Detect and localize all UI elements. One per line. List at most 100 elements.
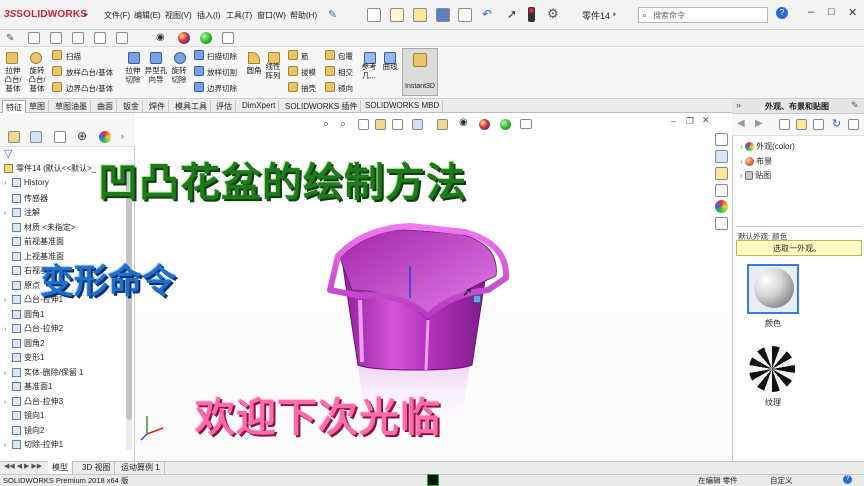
solidworks-logo[interactable]: 3SSOLIDWORKS <box>4 9 87 20</box>
edit-appearance-icon[interactable] <box>479 119 490 130</box>
linear-pattern-button[interactable]: 线性 阵列 <box>263 62 283 80</box>
filter-icon[interactable]: ▽ <box>4 147 12 160</box>
menu-tools[interactable]: 工具(T) <box>226 10 252 21</box>
close-button[interactable]: ✕ <box>848 6 857 19</box>
hide-show-eye-icon[interactable]: ◉ <box>459 117 468 128</box>
sketch-tool-icon[interactable]: ✎ <box>6 33 14 44</box>
expand-arrow-icon[interactable]: › <box>4 442 12 449</box>
maximize-button[interactable]: □ <box>828 6 835 18</box>
tab-mbd[interactable]: SOLIDWORKS MBD <box>362 100 444 113</box>
display-manager-tab-icon[interactable] <box>99 131 111 143</box>
tab-3d-views[interactable]: 3D 视图 <box>78 461 116 474</box>
view-settings-icon[interactable] <box>520 119 532 129</box>
rib-button[interactable]: 筋 <box>301 51 309 62</box>
tool-icon-2[interactable] <box>28 32 40 44</box>
dimxpert-tab-icon[interactable]: ⊕ <box>77 129 87 143</box>
save-icon[interactable] <box>436 8 450 22</box>
expand-arrow-icon[interactable]: › <box>4 399 12 406</box>
expand-arrow-icon[interactable]: › <box>4 326 12 333</box>
tree-item[interactable]: 传感器 <box>4 193 48 204</box>
minimize-button[interactable]: – <box>808 6 814 18</box>
tab-scroll-arrows[interactable]: ◀◀ ◀ ▶ ▶▶ <box>4 462 42 470</box>
property-manager-tab-icon[interactable] <box>30 131 42 143</box>
reference-geometry-button[interactable]: 参考 几... <box>358 62 380 80</box>
previous-view-icon[interactable] <box>358 119 369 130</box>
panel-collapse-icon[interactable]: › <box>121 131 124 141</box>
tab-features[interactable]: 特征 <box>2 100 26 113</box>
expand-arrow-icon[interactable]: › <box>4 297 12 304</box>
revolve-cut-button[interactable]: 旋转 切除 <box>168 66 190 84</box>
tab-surfaces[interactable]: 曲面 <box>94 100 117 113</box>
add-to-library-icon[interactable] <box>779 119 790 130</box>
tool-icon-6[interactable] <box>116 32 128 44</box>
tree-item[interactable]: › History <box>4 178 49 188</box>
graphics-minimize-button[interactable]: – <box>671 116 676 126</box>
feature-manager-tab-icon[interactable] <box>8 131 20 143</box>
menu-file[interactable]: 文件(F) <box>104 10 130 21</box>
lofted-cut-button[interactable]: 放样切割 <box>207 67 237 78</box>
search-input[interactable]: ⌕ 搜索命令 <box>638 7 768 23</box>
view-zoom-area-icon[interactable]: ⌕ <box>340 118 346 131</box>
tab-weldments[interactable]: 焊件 <box>146 100 169 113</box>
scene-icon[interactable] <box>200 32 212 44</box>
tree-item[interactable]: › 注解 <box>4 207 40 218</box>
fillet-button[interactable]: 圆角 <box>244 66 264 75</box>
panel-splitter[interactable] <box>736 226 862 227</box>
revolve-boss-button[interactable]: 旋转 凸台/ 基体 <box>26 66 48 93</box>
tree-item[interactable]: 圆角2 <box>4 338 44 349</box>
tab-sketch[interactable]: 草图 <box>26 100 49 113</box>
pin-icon[interactable]: ✎ <box>328 8 337 21</box>
menu-insert[interactable]: 插入(I) <box>197 10 221 21</box>
dynamic-annotation-icon[interactable] <box>392 119 403 130</box>
apply-scene-icon[interactable] <box>500 119 511 130</box>
tree-item[interactable]: 圆角1 <box>4 309 44 320</box>
display-icon[interactable] <box>222 32 234 44</box>
graphics-restore-button[interactable]: ❐ <box>686 116 694 127</box>
options-icon[interactable] <box>848 119 859 130</box>
tree-item[interactable]: 镜向2 <box>4 425 44 436</box>
boundary-boss-button[interactable]: 边界凸台/基体 <box>66 83 113 94</box>
view-zoom-fit-icon[interactable]: ⌕ <box>323 118 329 131</box>
appearance-thumb-texture[interactable] <box>749 346 795 392</box>
task-file-explorer-icon[interactable] <box>715 167 728 180</box>
scenes-folder-item[interactable]: › 布景 <box>740 156 772 167</box>
tree-item[interactable]: › 切除-拉伸1 <box>4 439 63 450</box>
expand-arrow-icon[interactable]: › <box>4 210 12 217</box>
menu-view[interactable]: 视图(V) <box>165 10 192 21</box>
tab-mold-tools[interactable]: 模具工具 <box>172 100 211 113</box>
configuration-manager-tab-icon[interactable] <box>54 131 66 143</box>
task-home-icon[interactable] <box>715 133 728 146</box>
tree-item[interactable]: › 实体-删除/保留 1 <box>4 367 84 378</box>
expand-arrow-icon[interactable]: › <box>4 180 12 187</box>
task-pane-collapse-icon[interactable]: » <box>736 100 741 110</box>
tree-item[interactable]: 前视基准面 <box>4 236 64 247</box>
refresh-icon[interactable]: ↻ <box>832 117 841 130</box>
tree-item[interactable]: 基准面1 <box>4 381 52 392</box>
status-custom-units[interactable]: 自定义 <box>770 475 793 486</box>
tab-model[interactable]: 模型 <box>48 461 73 474</box>
cursor-select-icon[interactable]: ➚ <box>507 7 517 21</box>
help-question-icon[interactable]: ? <box>776 7 788 19</box>
mirror-button[interactable]: 镜向 <box>338 83 353 94</box>
tab-motion-study[interactable]: 运动算例 1 <box>117 461 165 474</box>
task-view-palette-icon[interactable] <box>715 184 728 197</box>
display-style-icon[interactable] <box>437 119 448 130</box>
draft-button[interactable]: 拔模 <box>301 67 316 78</box>
tool-icon-4[interactable] <box>72 32 84 44</box>
boundary-cut-button[interactable]: 边界切除 <box>207 83 237 94</box>
loft-boss-button[interactable]: 放样凸台/基体 <box>66 67 113 78</box>
extrude-cut-button[interactable]: 拉伸 切除 <box>122 66 144 84</box>
extrude-boss-button[interactable]: 拉伸 凸台/ 基体 <box>2 66 24 93</box>
print-icon[interactable] <box>458 8 472 22</box>
tab-evaluate[interactable]: 评估 <box>213 100 236 113</box>
graphics-close-button[interactable]: ✕ <box>702 115 710 126</box>
tree-item[interactable]: › 凸台-拉伸2 <box>4 323 63 334</box>
intersect-button[interactable]: 相交 <box>338 67 353 78</box>
section-view-icon[interactable] <box>375 119 386 130</box>
appearance-ball-icon[interactable] <box>178 32 190 44</box>
tree-root-part[interactable]: 零件14 (默认<<默认>_ <box>4 163 96 174</box>
sweep-button[interactable]: 扫描 <box>66 51 81 62</box>
options-gear-icon[interactable]: ⚙ <box>547 6 559 22</box>
menu-edit[interactable]: 编辑(E) <box>134 10 161 21</box>
hole-wizard-button[interactable]: 异型孔 向导 <box>142 66 170 84</box>
